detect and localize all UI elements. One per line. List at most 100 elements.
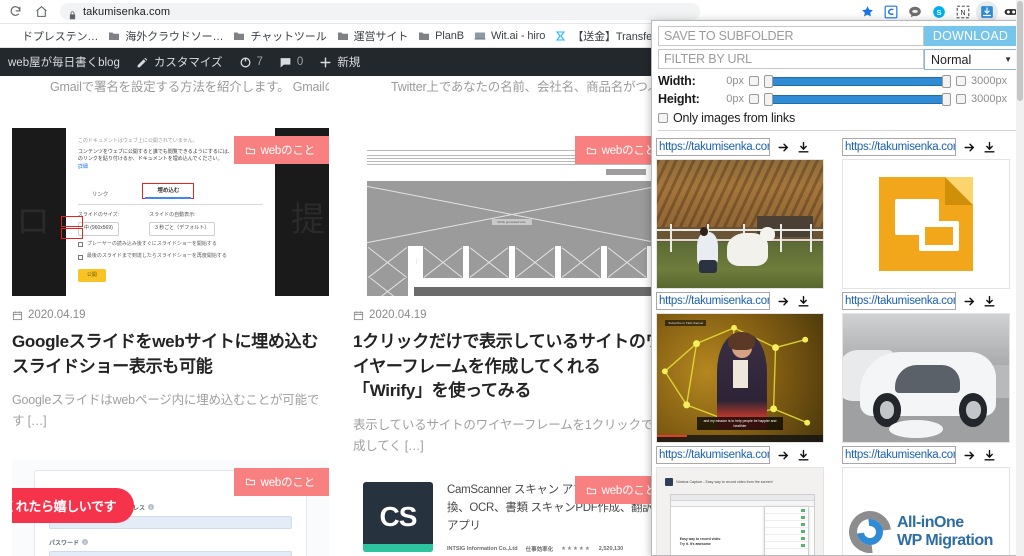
help-icon: ? <box>147 504 154 511</box>
download-icon[interactable] <box>797 449 810 462</box>
only-links-checkbox[interactable] <box>658 113 668 123</box>
server-password-input[interactable] <box>49 550 292 556</box>
image-url-input[interactable]: https://takumisenka.com <box>842 446 956 464</box>
post-title[interactable]: Googleスライドをwebサイトに埋め込む スライドショー表示も可能 <box>12 330 329 379</box>
height-slider-knob-min[interactable] <box>764 92 773 106</box>
width-min-checkbox[interactable] <box>749 76 759 86</box>
arrow-right-icon[interactable] <box>777 295 790 308</box>
post-thumbnail[interactable]: Wirify generated wire ⋮ ⋮ <box>353 128 670 297</box>
mode-select[interactable]: Normal ▼ <box>924 49 1017 70</box>
slides-auto-group: スライドの自動表示: 3 秒ごと（デフォルト） <box>149 212 216 236</box>
slides-dialog-more-link[interactable]: 詳細 <box>78 164 263 172</box>
image-url-input[interactable]: https://takumisenka.com <box>656 138 770 156</box>
arrow-right-icon[interactable] <box>963 141 976 154</box>
download-icon[interactable] <box>983 449 996 462</box>
admin-customize[interactable]: カスタマイズ <box>128 48 231 76</box>
image-row: https://takumisenka.com Nimbus Capture -… <box>652 443 1023 555</box>
download-button[interactable]: DOWNLOAD <box>924 26 1017 46</box>
image-thumbnail[interactable]: All-inOne WP Migration <box>842 467 1010 555</box>
page-scrollbar-thumb[interactable] <box>1017 1 1023 101</box>
home-icon[interactable] <box>30 1 52 23</box>
ghost-glyph-right: 提 <box>291 201 325 240</box>
folder-icon <box>108 30 120 42</box>
post-card-2[interactable]: はレンタルサーバのメールアドレス ? パスワード ? <box>12 459 329 556</box>
slides-check-1[interactable]: プレーヤーの読み込み後すぐにスライドショーを開始する <box>77 241 263 249</box>
arrow-right-icon[interactable] <box>777 141 790 154</box>
image-url-input[interactable]: https://takumisenka.com <box>842 292 956 310</box>
browser-window: takumisenka.com S N ドプレステン… 海外クラウドソー… チャ… <box>0 0 1024 556</box>
transferwise-icon <box>555 30 567 42</box>
height-max-checkbox[interactable] <box>956 94 966 104</box>
image-url-input[interactable]: https://takumisenka.com <box>842 138 956 156</box>
slides-publish-button[interactable]: 公開 <box>77 268 106 283</box>
slides-tab-link[interactable]: リンク <box>92 191 109 199</box>
post-excerpt: 表示しているサイトのワイヤーフレームを1クリックで作成してく […] <box>353 418 666 453</box>
download-icon[interactable] <box>797 295 810 308</box>
slides-tab-embed[interactable]: 埋め込む <box>142 182 195 200</box>
width-slider[interactable] <box>764 74 951 88</box>
image-thumbnail[interactable]: Subscribe to TED channel and my mission … <box>656 313 824 443</box>
slides-auto-select[interactable]: 3 秒ごと（デフォルト） <box>149 222 216 236</box>
rating-stars-icon: ★★★★★ <box>561 545 591 552</box>
subfolder-input[interactable]: SAVE TO SUBFOLDER <box>658 26 924 46</box>
post-meta: 2020.04.19 <box>353 309 670 321</box>
reload-icon[interactable] <box>4 1 26 23</box>
checkbox-icon[interactable] <box>77 254 83 260</box>
speech-bubble-text: 質問くれたら嬉しいです <box>12 498 117 514</box>
bookmark-item-4[interactable]: PlanB <box>413 26 469 46</box>
bookmark-item-5[interactable]: Wit.ai - hiro <box>469 26 550 46</box>
post-card-3[interactable]: CS CamScanner スキャン アプリ、PDF 変換、OCR、書類 スキャ… <box>353 468 670 556</box>
mode-select-value: Normal <box>931 52 972 67</box>
slides-check-2[interactable]: 最後のスライドまで到達したらスライドショーを再度開始する <box>77 253 263 261</box>
page-icon <box>474 30 486 42</box>
admin-comments[interactable]: 0 <box>271 48 311 76</box>
category-badge[interactable]: webのこと <box>233 136 329 165</box>
download-icon[interactable] <box>797 141 810 154</box>
width-max-value: 3000px <box>971 75 1008 87</box>
post-column-1: Gmailで署名を設定する方法を紹介します。 Gmailの設 […] ロ 提 こ… <box>0 76 341 556</box>
download-icon[interactable] <box>983 295 996 308</box>
ghost-glyph-left: ロ <box>16 203 50 242</box>
arrow-right-icon[interactable] <box>777 449 790 462</box>
width-max-checkbox[interactable] <box>956 76 966 86</box>
admin-site-name[interactable]: web屋が毎日書くblog <box>0 48 128 76</box>
image-url-input[interactable]: https://takumisenka.com <box>656 446 770 464</box>
category-badge[interactable]: webのこと <box>233 467 329 496</box>
bookmark-item-3[interactable]: 運営サイト <box>332 26 414 46</box>
width-label: Width: <box>658 74 696 88</box>
arrow-right-icon[interactable] <box>963 449 976 462</box>
height-min-checkbox[interactable] <box>749 94 759 104</box>
width-slider-knob-min[interactable] <box>764 74 773 88</box>
admin-new[interactable]: 新規 <box>311 48 368 76</box>
admin-updates[interactable]: 7 <box>231 48 271 76</box>
post-card-1[interactable]: Wirify generated wire ⋮ ⋮ <box>353 128 670 456</box>
image-url-input[interactable]: https://takumisenka.com <box>656 292 770 310</box>
address-bar[interactable]: takumisenka.com <box>60 3 700 20</box>
post-title[interactable]: 1クリックだけで表示しているサイトのワイヤーフレームを作成してくれる「Wirif… <box>353 330 670 404</box>
image-cell-4: https://takumisenka.com <box>838 289 1023 443</box>
page-scrollbar[interactable] <box>1016 0 1024 556</box>
height-slider-knob-max[interactable] <box>942 92 951 106</box>
bookmark-label: チャットツール <box>250 30 327 43</box>
image-thumbnail[interactable]: Nimbus Capture - Easy way to record vide… <box>656 467 824 555</box>
slides-size-select[interactable]: 中 (960x569) <box>77 222 119 236</box>
bookmark-item-0[interactable]: ドプレステン… <box>0 26 103 46</box>
post-card-0[interactable]: ロ 提 このドキュメントはウェブ上に公開されていません。 コンテンツをウェブに公… <box>12 128 329 432</box>
divider <box>658 130 1017 131</box>
image-thumbnail[interactable] <box>656 159 824 289</box>
download-icon[interactable] <box>983 141 996 154</box>
post-thumbnail[interactable]: ロ 提 このドキュメントはウェブ上に公開されていません。 コンテンツをウェブに公… <box>12 128 329 297</box>
post-thumbnail[interactable]: CS CamScanner スキャン アプリ、PDF 変換、OCR、書類 スキャ… <box>353 468 670 556</box>
height-slider[interactable] <box>764 92 951 106</box>
filter-url-input[interactable]: FILTER BY URL <box>658 49 924 69</box>
image-cell-6: https://takumisenka.com All-inOne WP Mig… <box>838 443 1023 555</box>
image-thumbnail[interactable] <box>842 159 1010 289</box>
bookmark-item-1[interactable]: 海外クラウドソー… <box>103 26 228 46</box>
post-thumbnail[interactable]: はレンタルサーバのメールアドレス ? パスワード ? <box>12 459 329 556</box>
only-images-from-links-row[interactable]: Only images from links <box>658 111 1017 125</box>
bookmark-item-2[interactable]: チャットツール <box>228 26 331 46</box>
arrow-right-icon[interactable] <box>963 295 976 308</box>
checkbox-icon[interactable] <box>77 242 83 248</box>
image-thumbnail[interactable] <box>842 313 1010 443</box>
width-slider-knob-max[interactable] <box>942 74 951 88</box>
